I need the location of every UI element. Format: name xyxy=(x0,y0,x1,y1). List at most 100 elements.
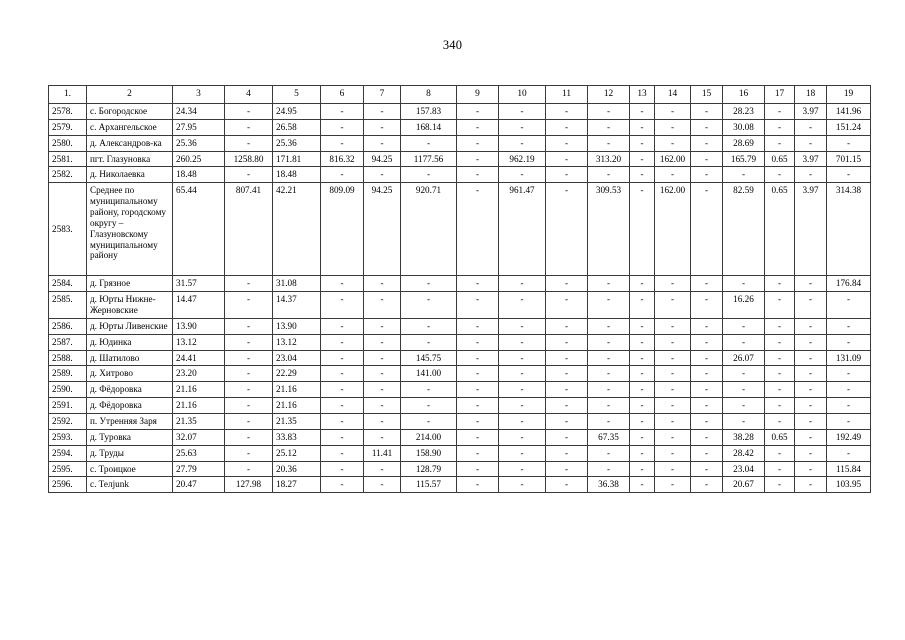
cell-col-13: - xyxy=(629,349,655,367)
cell-col-6: - xyxy=(320,333,364,351)
cell-col-10: - xyxy=(498,333,546,351)
cell-col-4: - xyxy=(224,444,273,462)
cell-col-8: 157.83 xyxy=(400,103,457,120)
cell-col-18: - xyxy=(794,134,827,152)
table-row: 2594. д. Труды 25.63-25.12-11.41 158.90- - - -… xyxy=(48,444,871,462)
cell-col-17: - xyxy=(764,134,795,152)
cell-col-14: - xyxy=(654,428,691,446)
cell-col-7: - xyxy=(363,413,401,430)
column-header-12: 12 xyxy=(587,85,630,104)
cell-col-10: - xyxy=(498,103,546,120)
column-header-16: 16 xyxy=(722,85,765,104)
cell-col-6: - xyxy=(320,381,364,399)
cell-col-9: - xyxy=(456,444,499,462)
cell-col-4: - xyxy=(224,317,273,335)
row-index: 2590. xyxy=(48,381,87,399)
cell-col-15: - xyxy=(690,150,723,168)
cell-col-6: - xyxy=(320,134,364,152)
settlement-name: Среднее по муниципальному району, городс… xyxy=(86,182,173,277)
cell-col-7: - xyxy=(363,317,401,335)
cell-col-7: - xyxy=(363,103,401,120)
cell-col-10: - xyxy=(498,476,546,494)
cell-col-11: - xyxy=(545,397,588,415)
row-index: 2592. xyxy=(48,413,87,430)
cell-col-5: 24.95 xyxy=(272,103,321,120)
cell-col-9: - xyxy=(456,349,499,367)
cell-col-13: - xyxy=(629,460,655,478)
cell-col-5: 14.37 xyxy=(272,291,321,319)
cell-col-8: - xyxy=(400,317,457,335)
cell-col-14: - xyxy=(654,333,691,351)
cell-col-19: - xyxy=(826,134,871,152)
column-header-18: 18 xyxy=(794,85,827,104)
cell-col-12: - xyxy=(587,333,630,351)
cell-col-12: - xyxy=(587,103,630,120)
cell-col-4: - xyxy=(224,397,273,415)
cell-col-11: - xyxy=(545,275,588,293)
cell-col-18: - xyxy=(794,349,827,367)
cell-col-5: 25.12 xyxy=(272,444,321,462)
cell-col-3: 25.36 xyxy=(172,134,225,152)
cell-col-8: 214.00 xyxy=(400,428,457,446)
cell-col-5: 26.58 xyxy=(272,118,321,136)
cell-col-9: - xyxy=(456,428,499,446)
cell-col-6: - xyxy=(320,118,364,136)
row-index: 2594. xyxy=(48,444,87,462)
cell-col-14: - xyxy=(654,134,691,152)
cell-col-19: - xyxy=(826,444,871,462)
column-header-2: 2 xyxy=(86,85,173,104)
cell-col-18: - xyxy=(794,444,827,462)
table-row: 2579. с. Архангельское 27.95-26.58- -168.14… xyxy=(48,118,871,136)
cell-col-15: - xyxy=(690,166,723,184)
column-header-8: 8 xyxy=(400,85,457,104)
cell-col-5: 33.83 xyxy=(272,428,321,446)
cell-col-8: - xyxy=(400,381,457,399)
cell-col-4: - xyxy=(224,381,273,399)
cell-col-17: - xyxy=(764,460,795,478)
table-row: 2580. д. Александров-ка 25.36-25.36- - - - - - -… xyxy=(48,134,871,152)
cell-col-8: 141.00 xyxy=(400,365,457,383)
cell-col-13: - xyxy=(629,118,655,136)
cell-col-10: - xyxy=(498,428,546,446)
row-index: 2580. xyxy=(48,134,87,152)
cell-col-7: - xyxy=(363,397,401,415)
cell-col-17: 0.65 xyxy=(764,150,795,168)
cell-col-3: 21.16 xyxy=(172,397,225,415)
cell-col-4: - xyxy=(224,275,273,293)
cell-col-16: 82.59 xyxy=(722,182,765,277)
cell-col-16: 28.23 xyxy=(722,103,765,120)
cell-col-4: - xyxy=(224,291,273,319)
cell-col-4: - xyxy=(224,428,273,446)
settlement-name: с. Телjunk xyxy=(86,476,173,494)
cell-col-6: - xyxy=(320,275,364,293)
cell-col-3: 24.34 xyxy=(172,103,225,120)
cell-col-19: - xyxy=(826,413,871,430)
cell-col-4: - xyxy=(224,333,273,351)
cell-col-12: - xyxy=(587,444,630,462)
cell-col-18: 3.97 xyxy=(794,150,827,168)
cell-col-11: - xyxy=(545,134,588,152)
cell-col-16: 30.08 xyxy=(722,118,765,136)
cell-col-11: - xyxy=(545,428,588,446)
cell-col-3: 32.07 xyxy=(172,428,225,446)
table-row: 2592. п. Утренняя Заря 21.35-21.35- - - - - - - -… xyxy=(48,413,871,430)
cell-col-9: - xyxy=(456,381,499,399)
data-table: 1. 2 3 4 5 6 7 8 9 10 11 12 13 14 15 16 17 18 19 2578. с. Бо… xyxy=(48,85,871,494)
cell-col-13: - xyxy=(629,166,655,184)
cell-col-9: - xyxy=(456,103,499,120)
cell-col-18: - xyxy=(794,476,827,494)
cell-col-8: - xyxy=(400,333,457,351)
cell-col-16: - xyxy=(722,413,765,430)
cell-col-13: - xyxy=(629,413,655,430)
cell-col-9: - xyxy=(456,460,499,478)
cell-col-13: - xyxy=(629,444,655,462)
cell-col-10: - xyxy=(498,381,546,399)
settlement-name: п. Утренняя Заря xyxy=(86,413,173,430)
column-header-6: 6 xyxy=(320,85,364,104)
cell-col-9: - xyxy=(456,365,499,383)
settlement-name: д. Туровка xyxy=(86,428,173,446)
cell-col-3: 31.57 xyxy=(172,275,225,293)
cell-col-10: - xyxy=(498,166,546,184)
column-header-19: 19 xyxy=(826,85,871,104)
cell-col-12: 309.53 xyxy=(587,182,630,277)
